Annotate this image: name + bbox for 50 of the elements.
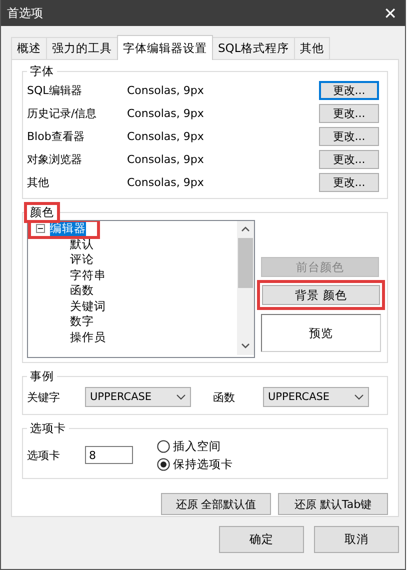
group-title: 事例	[29, 369, 55, 384]
font-value: Consolas, 9px	[127, 130, 205, 143]
tab[interactable]: 概述	[11, 37, 47, 59]
field-label: 函数	[213, 390, 236, 404]
background-color-button[interactable]: 背景 颜色	[262, 285, 380, 305]
dialog-button[interactable]: 取消	[314, 526, 399, 553]
tab-size-field[interactable]: 8	[85, 446, 133, 464]
restore-button[interactable]: 还原 默认Tab键	[278, 493, 388, 515]
tab[interactable]: 字体编辑器设置	[117, 35, 213, 60]
font-label: 历史记录/信息	[27, 106, 98, 121]
chevron-down-icon	[176, 394, 186, 400]
close-button[interactable]: ✕	[384, 4, 397, 22]
group-title: 字体	[29, 64, 55, 79]
tab[interactable]: 其他	[294, 37, 330, 59]
font-label: 其他	[27, 175, 50, 190]
preview-label: 预览	[309, 326, 333, 340]
case-dropdown[interactable]: UPPERCASE	[85, 387, 191, 407]
change-button[interactable]: 更改...	[319, 173, 379, 192]
font-label: SQL编辑器	[27, 83, 83, 98]
window-title: 首选项	[7, 4, 43, 22]
font-value: Consolas, 9px	[127, 84, 205, 97]
collapse-icon[interactable]	[36, 224, 45, 234]
tree-item[interactable]: 字符串	[70, 268, 106, 282]
radio-option[interactable]: 保持选项卡	[157, 456, 233, 472]
scrollbar[interactable]	[237, 221, 254, 357]
field-label: 关键字	[27, 390, 61, 404]
tree-item[interactable]: 关键词	[70, 298, 106, 312]
case-dropdown[interactable]: UPPERCASE	[263, 387, 369, 407]
tree-item[interactable]: 数字	[70, 314, 94, 328]
field-label: 选项卡	[27, 448, 61, 462]
font-value: Consolas, 9px	[127, 176, 205, 189]
restore-button[interactable]: 还原 全部默认值	[161, 493, 271, 515]
group-title: 颜色	[27, 205, 57, 220]
tree-item[interactable]: 操作员	[70, 330, 106, 344]
change-button[interactable]: 更改...	[319, 104, 379, 123]
change-button[interactable]: 更改...	[319, 150, 379, 169]
font-value: Consolas, 9px	[127, 107, 205, 120]
font-label: Blob查看器	[27, 129, 86, 144]
font-value: Consolas, 9px	[127, 153, 205, 166]
chevron-down-icon	[354, 394, 364, 400]
change-button[interactable]: 更改...	[319, 127, 379, 146]
radio-option[interactable]: 插入空间	[157, 438, 233, 454]
tree-item[interactable]: 默认	[70, 236, 94, 250]
font-label: 对象浏览器	[27, 152, 83, 167]
tree-item[interactable]: 编辑器	[50, 221, 86, 236]
tree-item[interactable]: 评论	[70, 252, 94, 266]
change-button[interactable]: 更改...	[319, 81, 379, 100]
tree-item[interactable]: 函数	[70, 283, 94, 297]
dialog-button[interactable]: 确定	[219, 526, 304, 553]
group-title: 选项卡	[29, 421, 67, 436]
